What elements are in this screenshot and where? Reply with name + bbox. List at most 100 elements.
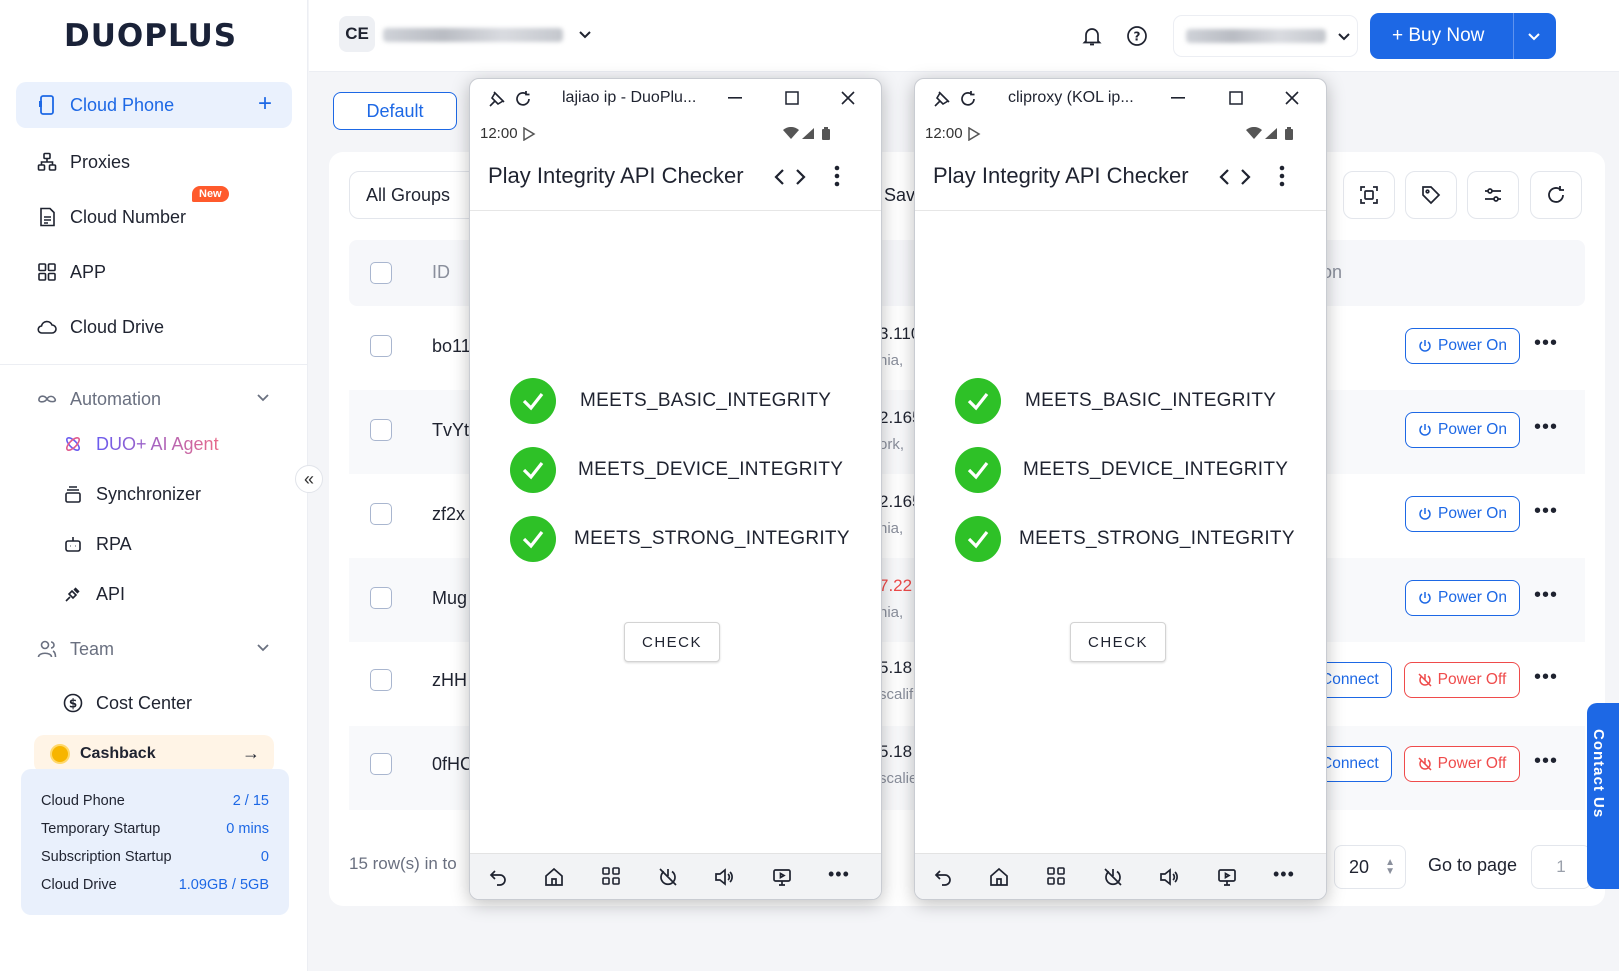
- refresh-icon[interactable]: [1530, 171, 1582, 219]
- sidebar-item-ai-agent[interactable]: DUO+ AI Agent: [16, 421, 292, 467]
- power-on-button[interactable]: Power On: [1405, 496, 1520, 532]
- screen-icon[interactable]: [1217, 867, 1237, 887]
- row-checkbox[interactable]: [370, 753, 392, 775]
- add-phone-icon[interactable]: +: [258, 92, 272, 116]
- check-button[interactable]: CHECK: [1070, 622, 1166, 662]
- code-icon[interactable]: [774, 167, 806, 187]
- sidebar: DUOPLUS Cloud Phone + Proxies Cloud Numb…: [0, 0, 308, 971]
- cashback-banner[interactable]: Cashback →: [34, 735, 274, 773]
- close-icon[interactable]: [1284, 90, 1300, 106]
- saved-filter-partial[interactable]: Sav: [884, 185, 915, 206]
- minimize-icon[interactable]: [1171, 97, 1185, 99]
- chevron-down-icon[interactable]: [577, 26, 593, 42]
- dollar-icon: $: [62, 692, 84, 714]
- network-icon: [36, 151, 58, 173]
- phone-window-2[interactable]: cliproxy (KOL ip... 12:00 Play Integrity…: [914, 78, 1327, 900]
- power-on-button[interactable]: Power On: [1405, 412, 1520, 448]
- volume-icon[interactable]: [1159, 867, 1179, 887]
- power-off-button[interactable]: Power Off: [1404, 662, 1520, 698]
- pin-icon[interactable]: [933, 90, 951, 108]
- duoplus-logo[interactable]: DUOPLUS: [64, 18, 237, 54]
- apps-grid-icon[interactable]: [1047, 867, 1065, 885]
- scan-icon[interactable]: [1343, 171, 1395, 219]
- filter-sliders-icon[interactable]: [1467, 171, 1519, 219]
- column-header-id[interactable]: ID: [432, 262, 450, 283]
- more-icon[interactable]: •••: [1534, 750, 1558, 773]
- power-off-button[interactable]: Power Off: [1404, 746, 1520, 782]
- row-checkbox[interactable]: [370, 669, 392, 691]
- row-id[interactable]: bo11: [432, 336, 471, 357]
- row-checkbox[interactable]: [370, 503, 392, 525]
- apps-grid-icon[interactable]: [602, 867, 620, 885]
- code-icon[interactable]: [1219, 167, 1251, 187]
- row-checkbox[interactable]: [370, 419, 392, 441]
- row-checkbox[interactable]: [370, 587, 392, 609]
- collapse-sidebar-button[interactable]: «: [295, 465, 323, 493]
- chevron-down-icon: [1336, 28, 1352, 44]
- check-button[interactable]: CHECK: [624, 622, 720, 662]
- sidebar-item-app[interactable]: APP: [16, 249, 292, 295]
- pin-icon[interactable]: [488, 90, 506, 108]
- sidebar-item-cloud-drive[interactable]: Cloud Drive: [16, 304, 292, 350]
- power-on-button[interactable]: Power On: [1405, 328, 1520, 364]
- maximize-icon[interactable]: [1229, 91, 1243, 105]
- close-icon[interactable]: [840, 90, 856, 106]
- go-to-page-input[interactable]: 1: [1531, 845, 1591, 889]
- tag-icon[interactable]: [1405, 171, 1457, 219]
- more-icon[interactable]: •••: [1534, 332, 1558, 355]
- sidebar-item-proxies[interactable]: Proxies: [16, 139, 292, 185]
- more-icon[interactable]: •••: [828, 864, 850, 885]
- sidebar-item-api[interactable]: API: [16, 571, 292, 617]
- back-icon[interactable]: [933, 867, 953, 887]
- power-off-icon[interactable]: [658, 867, 678, 887]
- chevron-down-icon[interactable]: [1526, 28, 1542, 44]
- row-id[interactable]: Mug: [432, 588, 467, 609]
- buy-now-button[interactable]: + Buy Now: [1370, 13, 1556, 59]
- more-icon[interactable]: •••: [1273, 864, 1295, 885]
- sidebar-item-synchronizer[interactable]: Synchronizer: [16, 471, 292, 517]
- row-id[interactable]: TvYt: [432, 420, 469, 441]
- maximize-icon[interactable]: [785, 91, 799, 105]
- workspace-avatar[interactable]: CE: [339, 16, 375, 52]
- reload-icon[interactable]: [514, 90, 532, 108]
- row-checkbox[interactable]: [370, 335, 392, 357]
- more-icon[interactable]: •••: [1534, 584, 1558, 607]
- select-all-checkbox[interactable]: [370, 262, 392, 284]
- contact-us-tab[interactable]: Contact Us: [1587, 703, 1619, 889]
- home-icon[interactable]: [544, 867, 564, 887]
- sidebar-group-automation[interactable]: Automation: [16, 376, 292, 422]
- tab-default[interactable]: Default: [333, 92, 457, 130]
- bell-icon[interactable]: [1072, 16, 1112, 56]
- sidebar-item-rpa[interactable]: RPA: [16, 521, 292, 567]
- power-on-button[interactable]: Power On: [1405, 580, 1520, 616]
- sim-card-icon: [36, 206, 58, 228]
- row-id[interactable]: 0fHC: [432, 754, 473, 775]
- help-icon[interactable]: ?: [1117, 16, 1157, 56]
- minimize-icon[interactable]: [728, 97, 742, 99]
- account-dropdown[interactable]: [1173, 15, 1358, 57]
- sidebar-item-cloud-phone[interactable]: Cloud Phone +: [16, 82, 292, 128]
- row-id[interactable]: zHH: [432, 670, 467, 691]
- reload-icon[interactable]: [959, 90, 977, 108]
- sidebar-group-team[interactable]: Team: [16, 626, 292, 672]
- back-icon[interactable]: [488, 867, 508, 887]
- sidebar-item-cloud-number[interactable]: Cloud Number New: [16, 186, 292, 240]
- power-off-icon[interactable]: [1103, 867, 1123, 887]
- overflow-menu-icon[interactable]: [1279, 165, 1285, 187]
- overflow-menu-icon[interactable]: [834, 165, 840, 187]
- row-id[interactable]: zf2x: [432, 504, 465, 525]
- all-groups-select[interactable]: All Groups: [349, 171, 479, 219]
- phone-window-1[interactable]: lajiao ip - DuoPlu... 12:00 Play Integri…: [469, 78, 882, 900]
- more-icon[interactable]: •••: [1534, 416, 1558, 439]
- page-size-select[interactable]: 20 ▲ ▼: [1334, 845, 1406, 889]
- sidebar-item-label: Synchronizer: [96, 483, 202, 504]
- more-icon[interactable]: •••: [1534, 500, 1558, 523]
- sidebar-item-cost-center[interactable]: $ Cost Center: [16, 680, 292, 726]
- screen-icon[interactable]: [772, 867, 792, 887]
- integrity-label: MEETS_BASIC_INTEGRITY: [580, 390, 832, 411]
- more-icon[interactable]: •••: [1534, 666, 1558, 689]
- home-icon[interactable]: [989, 867, 1009, 887]
- integrity-result: MEETS_DEVICE_INTEGRITY: [510, 447, 870, 493]
- power-button-label: Power On: [1438, 589, 1507, 606]
- volume-icon[interactable]: [714, 867, 734, 887]
